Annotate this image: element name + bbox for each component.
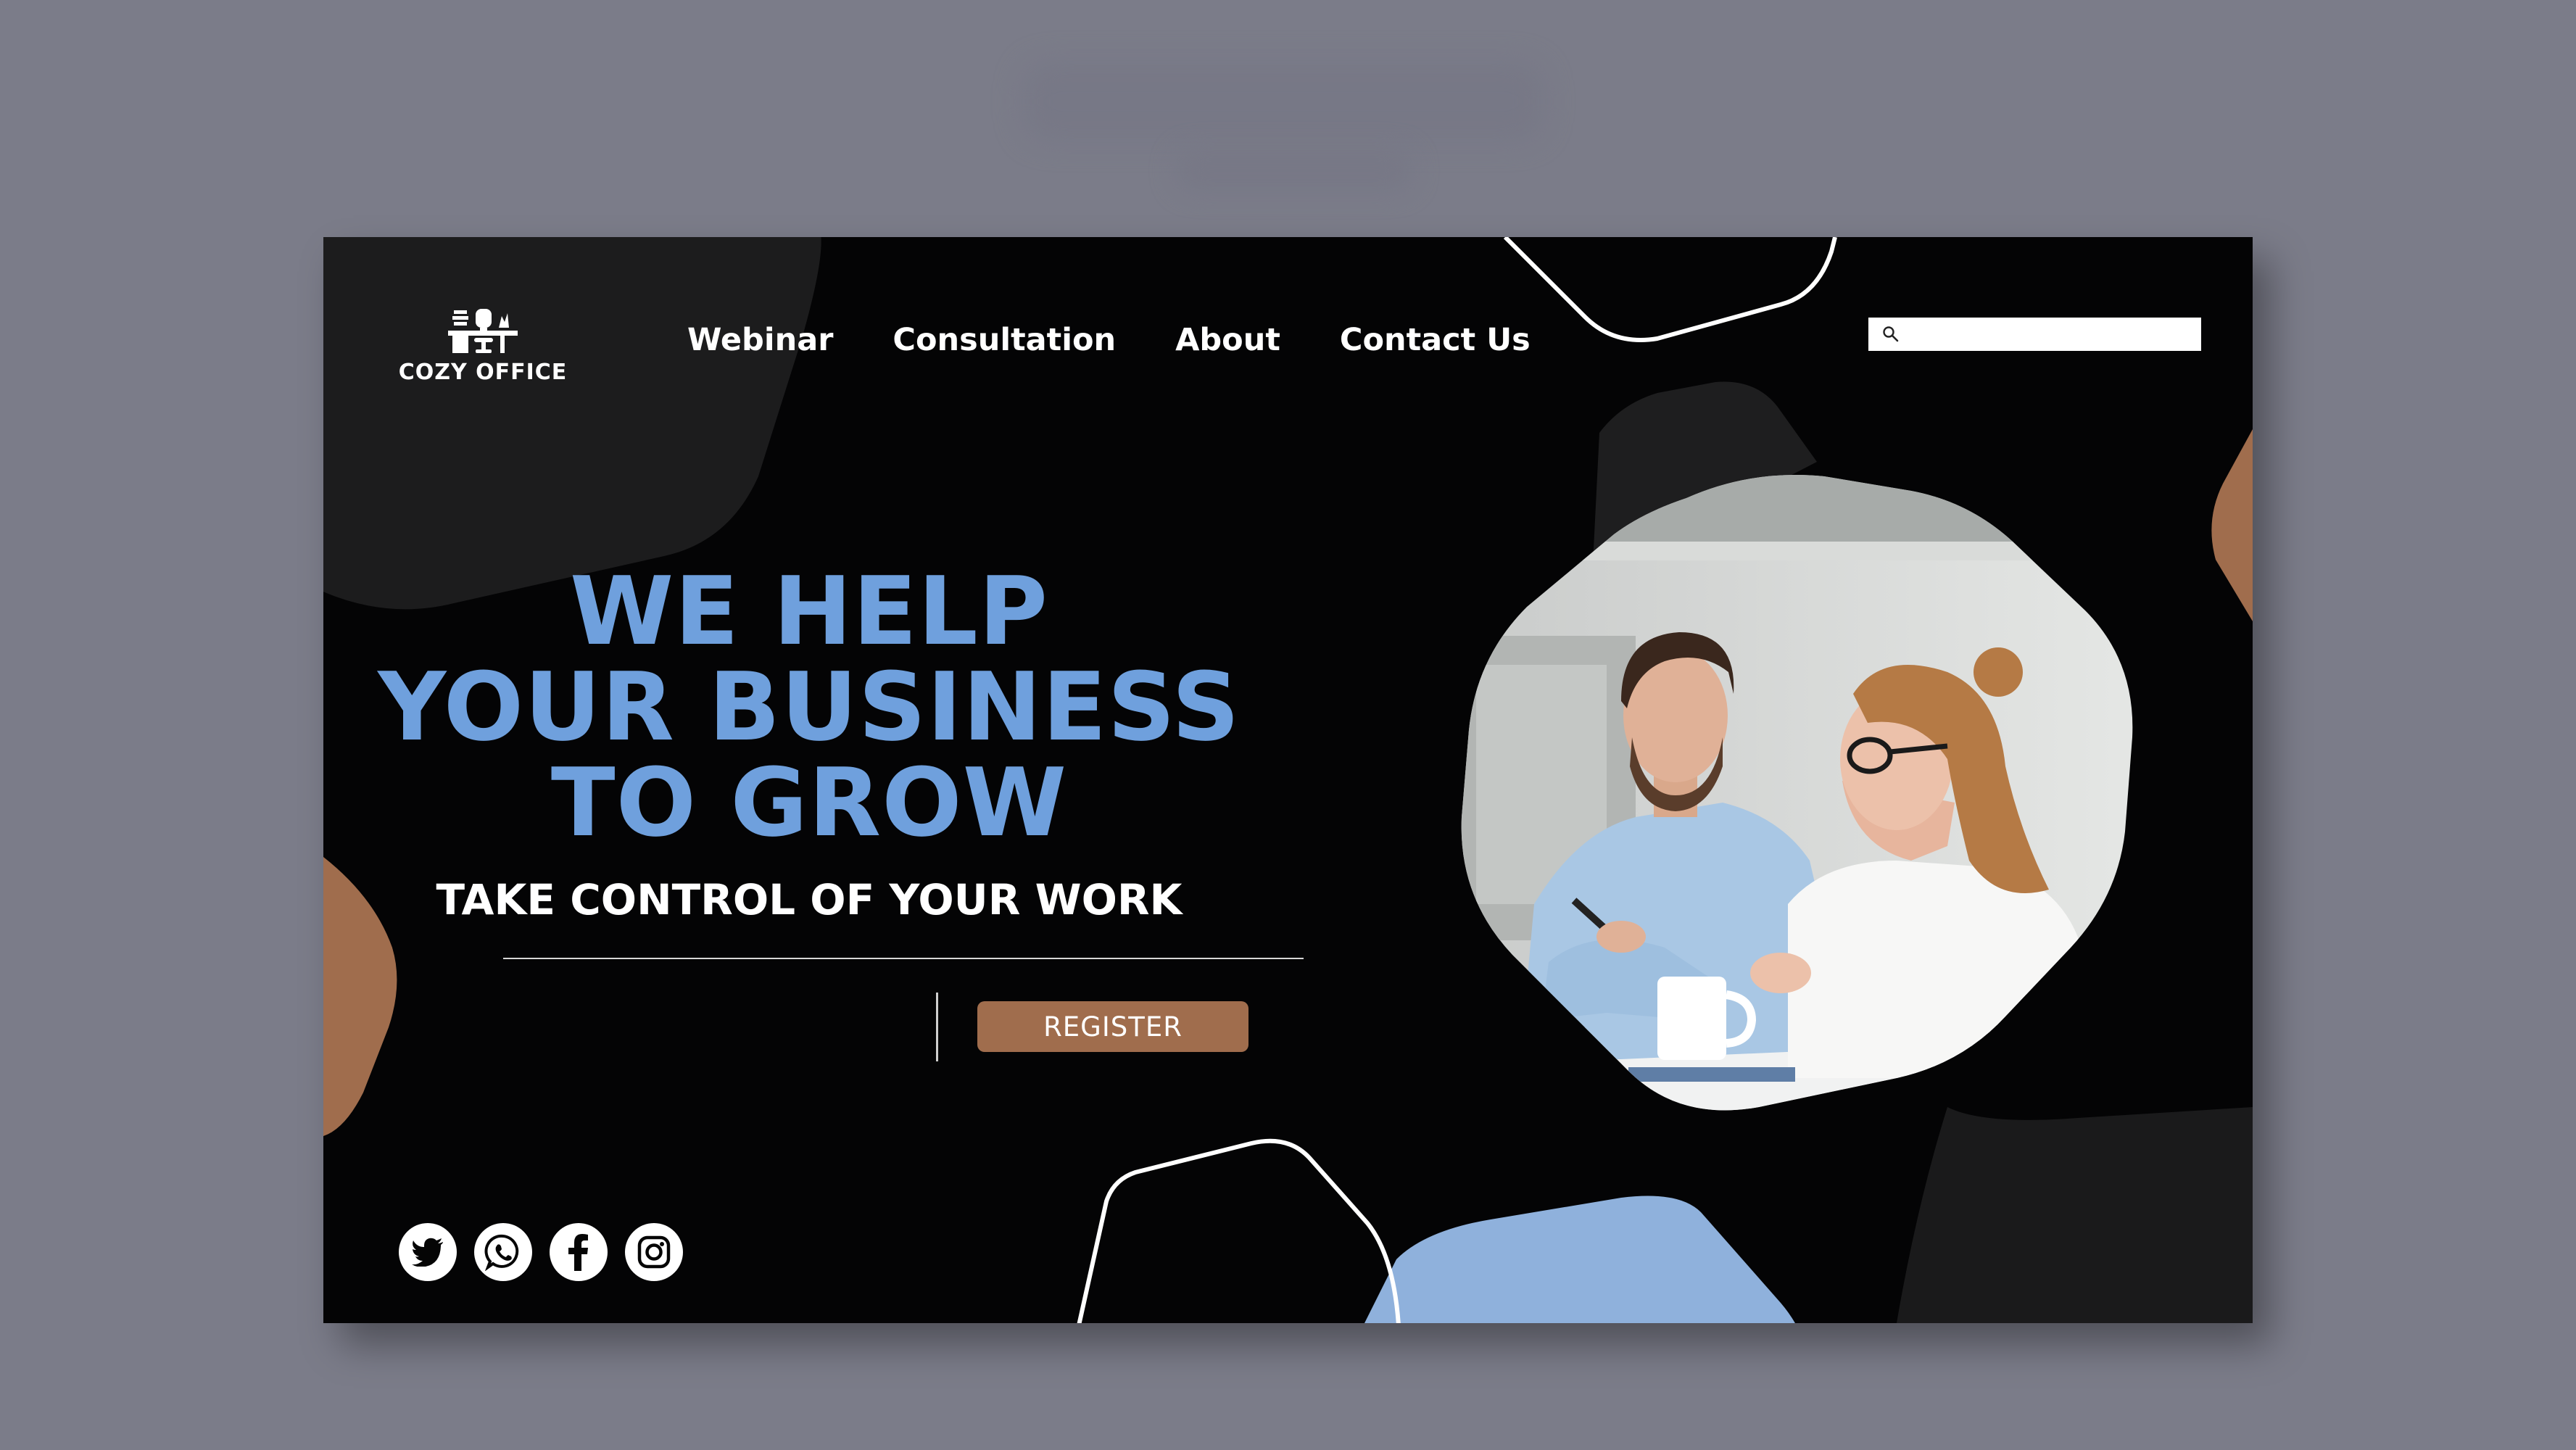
- search-input[interactable]: [1909, 320, 2195, 349]
- nav-contact-us[interactable]: Contact Us: [1340, 322, 1531, 358]
- brand-logo[interactable]: COZY OFFICE: [396, 306, 570, 386]
- landing-page-frame: COZY OFFICE Webinar Consultation About C…: [323, 237, 2253, 1323]
- facebook-icon[interactable]: [550, 1223, 608, 1281]
- twitter-icon[interactable]: [399, 1223, 457, 1281]
- blue-blob-bottom: [1364, 1196, 1795, 1323]
- instagram-icon[interactable]: [625, 1223, 683, 1281]
- headline-line-3: TO GROW: [550, 747, 1068, 858]
- blurred-title: [1022, 62, 1544, 141]
- headline-line-1: WE HELP: [569, 556, 1049, 666]
- white-outline-bottom: [1077, 1138, 1401, 1323]
- blurred-subtitle: [1175, 149, 1414, 192]
- search-icon[interactable]: [1881, 325, 1900, 344]
- nav-webinar[interactable]: Webinar: [687, 322, 833, 358]
- brand-name: COZY OFFICE: [398, 360, 568, 385]
- hero-headline: WE HELP YOUR BUSINESS TO GROW: [323, 563, 1295, 850]
- dark-blob-top-left: [323, 237, 821, 610]
- nav-about[interactable]: About: [1175, 322, 1280, 358]
- white-outline-top: [1503, 237, 1837, 342]
- nav-consultation[interactable]: Consultation: [893, 322, 1116, 358]
- social-links: [399, 1223, 683, 1281]
- main-nav: Webinar Consultation About Contact Us: [687, 318, 1531, 362]
- brown-shape-right: [2211, 429, 2253, 621]
- hero-photo: [1461, 475, 2133, 1111]
- hero-divider: [503, 958, 1304, 959]
- desk-chair-icon: [448, 309, 518, 353]
- headline-line-2: YOUR BUSINESS: [378, 652, 1241, 762]
- search-box[interactable]: [1868, 318, 2201, 351]
- whatsapp-icon[interactable]: [474, 1223, 532, 1281]
- hero-subheadline: TAKE CONTROL OF YOUR WORK: [436, 875, 1183, 924]
- vertical-divider: [936, 993, 938, 1061]
- register-button[interactable]: REGISTER: [977, 1001, 1248, 1052]
